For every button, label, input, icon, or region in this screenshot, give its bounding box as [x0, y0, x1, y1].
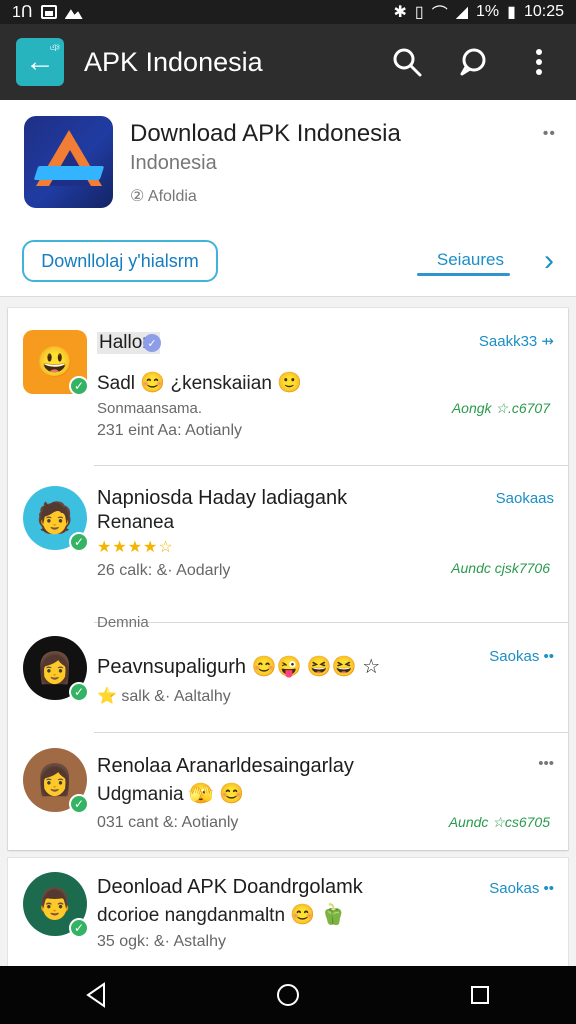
verified-icon: ✓: [69, 794, 89, 814]
smiley-avatar-icon: 😃: [36, 345, 74, 379]
page-title: APK Indonesia: [84, 46, 263, 77]
item-meta: ⭐ salk &· Aaltalhy: [97, 688, 231, 705]
status-bar: 1Ո ✱ ▯ ⌒ ◢ 1% ▮ 10:25: [0, 0, 576, 24]
item-subtitle-text: dcorioe nangdanmaltn: [97, 905, 286, 926]
emoji-icon: 😊😜 😆😆 ☆: [251, 656, 381, 678]
item-subtitle: Sadl 😊 ¿kenskaiian 🙂: [97, 370, 302, 395]
back-triangle-icon: [86, 982, 105, 1008]
item-meta: 031 cant &: Aotianly: [97, 814, 239, 831]
nav-recents-button[interactable]: [450, 973, 510, 1017]
home-circle-icon: [277, 984, 299, 1006]
item-line3: Sonmaansama.: [97, 400, 203, 417]
battery-percent: 1%: [476, 3, 500, 20]
header-more-button[interactable]: ••: [543, 125, 556, 143]
item-action-link[interactable]: Saokas ••: [489, 648, 554, 665]
verified-icon: ✓: [69, 376, 89, 396]
emoji-icon: 😊: [219, 783, 244, 805]
avatar: 👩 ✓: [23, 748, 89, 814]
bluetooth-icon: ✱: [393, 4, 407, 21]
person-avatar-icon: 👩: [36, 651, 74, 685]
item-green-link[interactable]: Aundc ☆cs6705: [449, 814, 550, 831]
emoji-icon: 😊: [290, 904, 316, 926]
navigation-bar: [0, 966, 576, 1024]
item-name: Renolaa Aranarldesaingarlay: [97, 755, 354, 777]
avatar: 👨 ✓: [23, 872, 89, 938]
primary-download-button[interactable]: Downllolaj y'hialsrm: [22, 240, 218, 282]
app-logo: [24, 116, 113, 208]
app-meta: ② Afoldia: [130, 188, 197, 205]
item-action-link[interactable]: Saokas ••: [489, 880, 554, 897]
item-subtitle: Renanea: [97, 512, 175, 533]
verified-badge-icon: ✓: [143, 334, 161, 352]
app-bar: ← ঞ APK Indonesia: [0, 24, 576, 100]
app-subtitle: Indonesia: [130, 152, 217, 174]
emoji-icon: 🫣: [188, 783, 214, 805]
list-item[interactable]: 🧑 ✓ Napniosda Haday ladiagank Renanea ★★…: [8, 466, 568, 594]
status-time: 10:25: [523, 3, 564, 20]
more-icon: [536, 49, 542, 75]
smile-emoji-icon: 🙂: [277, 372, 303, 394]
back-button[interactable]: ← ঞ: [16, 38, 64, 86]
item-meta: 26 calk: &· Aodarly: [97, 562, 231, 579]
app-header-card: Download APK Indonesia Indonesia ② Afold…: [0, 100, 576, 297]
item-action-link[interactable]: Saokaas: [496, 490, 554, 507]
wifi-icon: ⌒: [431, 6, 448, 23]
chat-button[interactable]: [454, 43, 492, 81]
verified-icon: ✓: [69, 918, 89, 938]
chat-icon: [460, 48, 486, 76]
bottom-list-card: 👨 ✓ Deonload APK Doandrgolamk dcorioe na…: [8, 858, 568, 966]
avatar: 👩 ✓: [23, 636, 89, 702]
item-subtitle-text: Sadl: [97, 373, 136, 394]
search-icon: [393, 48, 422, 77]
features-link[interactable]: Seiaures: [437, 250, 504, 270]
signal-icon: ◢: [455, 4, 469, 21]
notification-icon: [40, 5, 57, 19]
more-button[interactable]: [520, 43, 558, 81]
item-subtitle: Udgmania 🫣 😊: [97, 781, 244, 806]
item-meta: 231 eint Aa: Aotianly: [97, 422, 242, 439]
item-name: Deonload APK Doandrgolamk: [97, 876, 363, 898]
verified-icon: ✓: [69, 532, 89, 552]
emoji-icon: 🫑: [320, 904, 346, 926]
back-badge: ঞ: [49, 43, 60, 54]
person-avatar-icon: 👩: [36, 763, 74, 797]
item-name: Napniosda Haday ladiagank: [97, 487, 348, 509]
nav-home-button[interactable]: [258, 973, 318, 1017]
item-action-link[interactable]: Saakk33 ⇸: [479, 332, 554, 350]
person-avatar-icon: 👨: [36, 887, 74, 921]
smile-emoji-icon: 😊: [140, 372, 166, 394]
battery-icon: ▮: [507, 4, 516, 21]
avatar: 😃 ✓: [23, 330, 89, 396]
person-avatar-icon: 🧑: [36, 501, 74, 535]
search-button[interactable]: [388, 43, 426, 81]
list-item[interactable]: 👩 ✓ Renolaa Aranarldesaingarlay Udgmania…: [8, 733, 568, 861]
item-subtitle: dcorioe nangdanmaltn 😊 🫑: [97, 902, 345, 927]
app-title: Download APK Indonesia: [130, 120, 401, 147]
divider: [94, 622, 568, 623]
item-subtitle-text: Udgmania: [97, 784, 184, 805]
item-subtitle-suffix: ¿kenskaiian: [170, 373, 272, 394]
features-underline: [417, 273, 510, 276]
item-green-link[interactable]: Aundc cjsk7706: [451, 560, 550, 576]
item-meta: 35 ogk: &· Astalhy: [97, 933, 226, 950]
nav-back-button[interactable]: [66, 973, 126, 1017]
chevron-right-icon[interactable]: ›: [544, 244, 554, 278]
verified-icon: ✓: [69, 682, 89, 702]
item-green-link[interactable]: Aongk ☆.c6707: [452, 400, 550, 417]
list-item[interactable]: 😃 ✓ Hallom ✓ Sadl 😊 ¿kenskaiian 🙂 Sonmaa…: [8, 308, 568, 439]
avatar: 🧑 ✓: [23, 486, 89, 552]
rating-stars: ★★★★☆: [97, 539, 174, 556]
image-notification-icon: [64, 9, 83, 19]
status-left-text: 1Ո: [12, 4, 33, 21]
item-more-button[interactable]: •••: [538, 755, 554, 772]
item-name: Peavnsupaligurh 😊😜 😆😆 ☆: [97, 654, 380, 679]
app-list-card: 😃 ✓ Hallom ✓ Sadl 😊 ¿kenskaiian 🙂 Sonmaa…: [8, 308, 568, 850]
item-name-text: Peavnsupaligurh: [97, 656, 246, 678]
vibrate-icon: ▯: [414, 4, 424, 21]
recents-square-icon: [471, 986, 489, 1004]
